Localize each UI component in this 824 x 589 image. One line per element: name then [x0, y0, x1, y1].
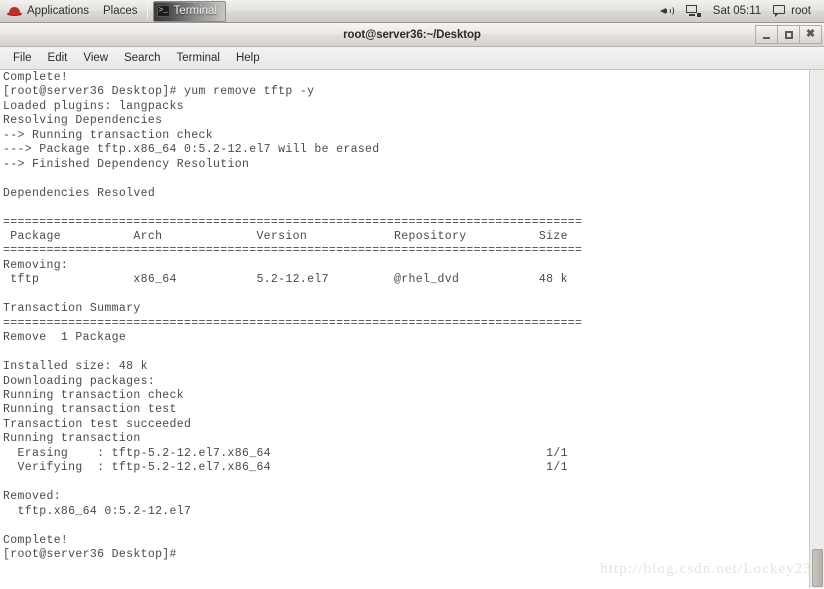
- window-titlebar[interactable]: root@server36:~/Desktop ✖: [0, 23, 824, 47]
- taskbar-item-terminal-label: Terminal: [173, 5, 218, 17]
- network-tray-button[interactable]: [680, 0, 707, 22]
- minimize-button[interactable]: [755, 25, 778, 44]
- gnome-top-panel: Applications Places >_ Terminal Sat 05:1…: [0, 0, 824, 23]
- menu-view[interactable]: View: [75, 49, 116, 67]
- window-controls: ✖: [755, 25, 822, 44]
- applications-menu-label: Applications: [27, 5, 90, 17]
- taskbar-item-terminal[interactable]: >_ Terminal: [152, 0, 227, 22]
- volume-tray-button[interactable]: [654, 0, 680, 22]
- terminal-prompt-icon: >_: [156, 5, 170, 17]
- menu-edit[interactable]: Edit: [40, 49, 76, 67]
- user-menu-label: root: [791, 5, 811, 17]
- user-menu-button[interactable]: root: [767, 0, 817, 22]
- terminal-scrollbar[interactable]: [809, 70, 824, 588]
- panel-divider: [146, 3, 148, 19]
- terminal-screen[interactable]: Complete! [root@server36 Desktop]# yum r…: [0, 70, 824, 588]
- menu-help[interactable]: Help: [228, 49, 268, 67]
- menu-file[interactable]: File: [5, 49, 40, 67]
- menu-terminal[interactable]: Terminal: [169, 49, 228, 67]
- minimize-icon: [763, 36, 770, 39]
- speaker-icon: [659, 5, 674, 17]
- clock-button[interactable]: Sat 05:11: [707, 0, 767, 22]
- places-menu-label: Places: [103, 5, 138, 17]
- places-menu[interactable]: Places: [96, 0, 145, 22]
- terminal-output: Complete! [root@server36 Desktop]# yum r…: [3, 71, 583, 561]
- watermark-text: http://blog.csdn.net/Lockey23: [600, 561, 812, 577]
- menu-search[interactable]: Search: [116, 49, 168, 67]
- close-icon: ✖: [805, 28, 816, 40]
- redhat-logo-icon: [7, 5, 22, 18]
- panel-tray-group: Sat 05:11 root: [654, 0, 824, 22]
- panel-left-group: Applications Places >_ Terminal: [0, 0, 227, 22]
- message-icon: [773, 5, 786, 17]
- scrollbar-thumb[interactable]: [812, 549, 823, 587]
- maximize-icon: [784, 30, 793, 39]
- maximize-button[interactable]: [777, 25, 800, 44]
- window-menubar: File Edit View Search Terminal Help: [0, 47, 824, 70]
- clock-label: Sat 05:11: [712, 5, 762, 17]
- network-display-icon: [685, 5, 701, 17]
- terminal-window: root@server36:~/Desktop ✖ File Edit View…: [0, 23, 824, 589]
- close-button[interactable]: ✖: [799, 25, 822, 44]
- applications-menu[interactable]: Applications: [0, 0, 96, 22]
- window-title: root@server36:~/Desktop: [343, 29, 481, 41]
